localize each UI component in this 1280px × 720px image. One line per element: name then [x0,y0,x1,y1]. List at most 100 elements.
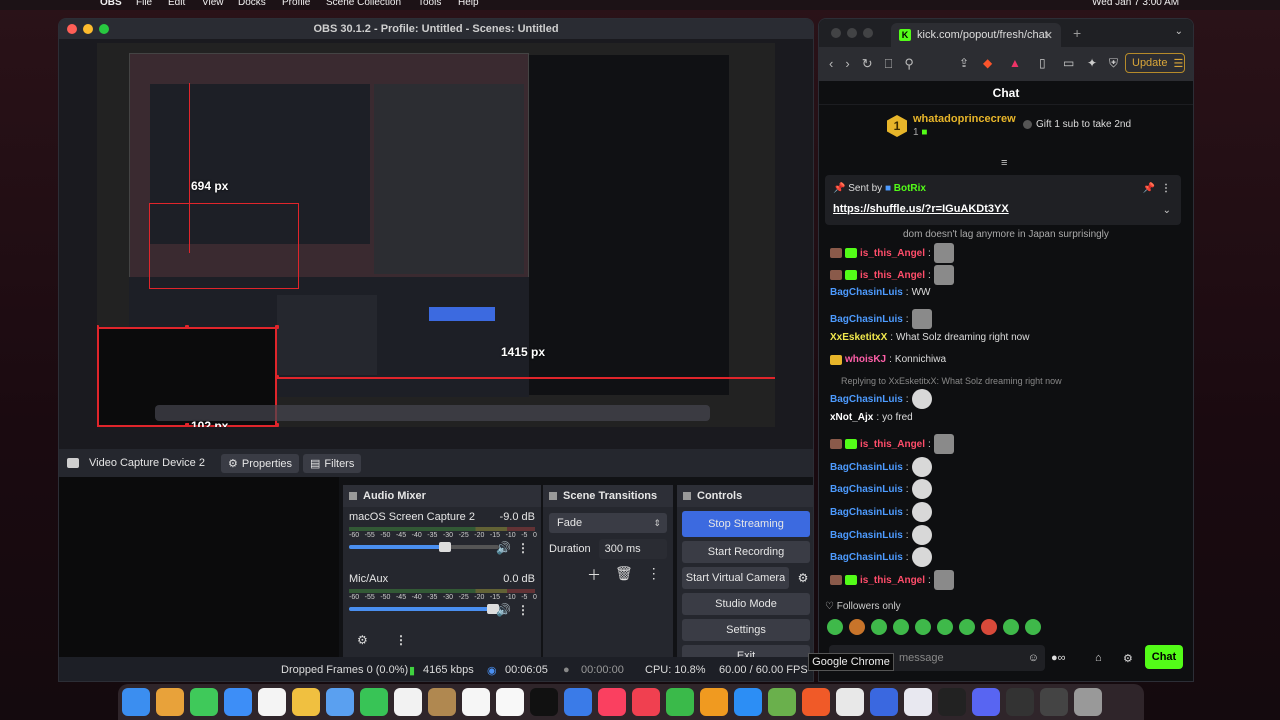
chat-username[interactable]: BagChasinLuis [830,394,903,405]
menu-file[interactable]: File [136,0,152,8]
leo-icon[interactable]: ✦ [1087,56,1097,70]
resize-handle[interactable] [97,375,99,379]
zoom-window-button[interactable] [863,28,873,38]
share-icon[interactable]: ⇪ [959,56,969,70]
roblox-icon[interactable] [870,688,898,716]
news-icon[interactable] [632,688,660,716]
start-recording-button[interactable]: Start Recording [682,541,810,563]
tv-icon[interactable] [530,688,558,716]
launchpad-icon[interactable] [156,688,184,716]
emote-icon[interactable] [849,619,865,635]
vpn-icon[interactable]: ⛨ [1109,56,1118,71]
gear-icon[interactable]: ⚙ [793,567,813,589]
stop-streaming-button[interactable]: Stop Streaming [682,511,810,537]
chevron-down-icon[interactable]: ⌄ [1175,26,1183,37]
volume-knob[interactable] [439,542,451,552]
brave-shield-icon[interactable]: ◆ [983,56,992,70]
emote-icon[interactable] [827,619,843,635]
resize-handle[interactable] [275,325,279,329]
minimize-window-button[interactable] [83,24,93,34]
brave-icon[interactable] [802,688,830,716]
scene-preview[interactable]: 694 px 1415 px 102 px [59,39,813,449]
users-icon[interactable]: ●∞ [1051,652,1066,664]
calendar-icon[interactable] [258,688,286,716]
minecraft-icon[interactable] [768,688,796,716]
chat-username[interactable]: xNot_Ajx [830,412,873,423]
menu-help[interactable]: Help [458,0,479,8]
menu-scene-collection[interactable]: Scene Collection [326,0,401,8]
menubar-clock[interactable]: Wed Jan 7 3:00 AM [1092,0,1179,8]
pin-icon[interactable]: 📌 [1143,183,1155,194]
chat-username[interactable]: BagChasinLuis [830,552,903,563]
start-virtual-camera-button[interactable]: Start Virtual Camera ⚙ [682,567,808,589]
chat-username[interactable]: is_this_Angel [860,439,925,450]
forward-icon[interactable]: › [845,56,849,72]
mail-icon[interactable] [224,688,252,716]
emote-icon[interactable] [1025,619,1041,635]
minimize-window-button[interactable] [847,28,857,38]
collapse-icon[interactable]: ≡ [1001,157,1007,169]
add-icon[interactable]: ＋ [587,565,601,585]
terminal-icon[interactable] [938,688,966,716]
more-options-icon[interactable]: ⋮ [1161,183,1171,194]
chat-username[interactable]: BagChasinLuis [830,507,903,518]
volume-slider[interactable] [349,604,499,614]
wallet-icon[interactable]: ▭ [1063,56,1074,70]
emote-icon[interactable] [915,619,931,635]
chevron-down-icon[interactable]: ⌄ [1163,205,1171,216]
resize-handle[interactable] [185,325,189,329]
studio-mode-button[interactable]: Studio Mode [682,593,810,615]
menu-app[interactable]: OBS [100,0,122,8]
pages-icon[interactable] [700,688,728,716]
sidebar-icon[interactable]: ▯ [1039,56,1046,70]
reminders-icon[interactable] [462,688,490,716]
back-icon[interactable]: ‹ [829,56,833,72]
transition-select[interactable]: Fade ⇕ [549,513,667,533]
emote-icon[interactable] [871,619,887,635]
resize-handle[interactable] [185,423,189,427]
chrome-icon[interactable] [836,688,864,716]
duration-spinbox[interactable]: 300 ms [598,539,667,559]
menu-edit[interactable]: Edit [168,0,185,8]
contacts-icon[interactable] [428,688,456,716]
chat-username[interactable]: whoisKJ [845,354,886,365]
close-window-button[interactable] [831,28,841,38]
emote-icon[interactable] [1003,619,1019,635]
messages-icon[interactable] [190,688,218,716]
advanced-audio-gear-icon[interactable]: ⚙ [357,633,368,647]
menu-view[interactable]: View [202,0,224,8]
properties-button[interactable]: ⚙ Properties [221,454,300,473]
volume-slider[interactable] [349,542,499,552]
bookmark-icon[interactable]: ⎕ [885,56,893,72]
send-chat-button[interactable]: Chat [1145,645,1183,669]
app-store-icon[interactable] [734,688,762,716]
discord-icon[interactable] [972,688,1000,716]
notes-icon[interactable] [394,688,422,716]
resize-handle[interactable] [97,423,99,427]
chat-username[interactable]: BagChasinLuis [830,287,903,298]
gift-username[interactable]: whatadoprincecrew [913,113,1016,125]
resize-handle[interactable] [97,325,99,329]
more-options-icon[interactable]: ⋮ [517,541,529,555]
resize-handle[interactable] [275,375,279,379]
filters-button[interactable]: ▤ Filters [303,454,362,473]
finder-icon[interactable] [122,688,150,716]
chat-username[interactable]: is_this_Angel [860,248,925,259]
rewards-icon[interactable]: ▲ [1009,56,1021,70]
pinned-link[interactable]: https://shuffle.us/?r=IGuAKDt3YX [833,203,1009,215]
obs-icon[interactable] [1006,688,1034,716]
reload-icon[interactable]: ↻ [862,56,873,72]
zoom-window-button[interactable] [99,24,109,34]
speaker-icon[interactable]: 🔊 [496,541,511,555]
emote-icon[interactable] [981,619,997,635]
emoji-icon[interactable]: ☺ [1028,652,1039,664]
settings-gear-icon[interactable]: ⚙ [1123,652,1133,665]
chat-username[interactable]: BagChasinLuis [830,462,903,473]
music-icon[interactable] [598,688,626,716]
keynote-icon[interactable] [564,688,592,716]
emote-icon[interactable] [959,619,975,635]
vpn-app-icon[interactable] [904,688,932,716]
update-button[interactable]: Update ☰ [1125,53,1185,73]
menu-docks[interactable]: Docks [238,0,266,8]
chat-username[interactable]: BagChasinLuis [830,314,903,325]
